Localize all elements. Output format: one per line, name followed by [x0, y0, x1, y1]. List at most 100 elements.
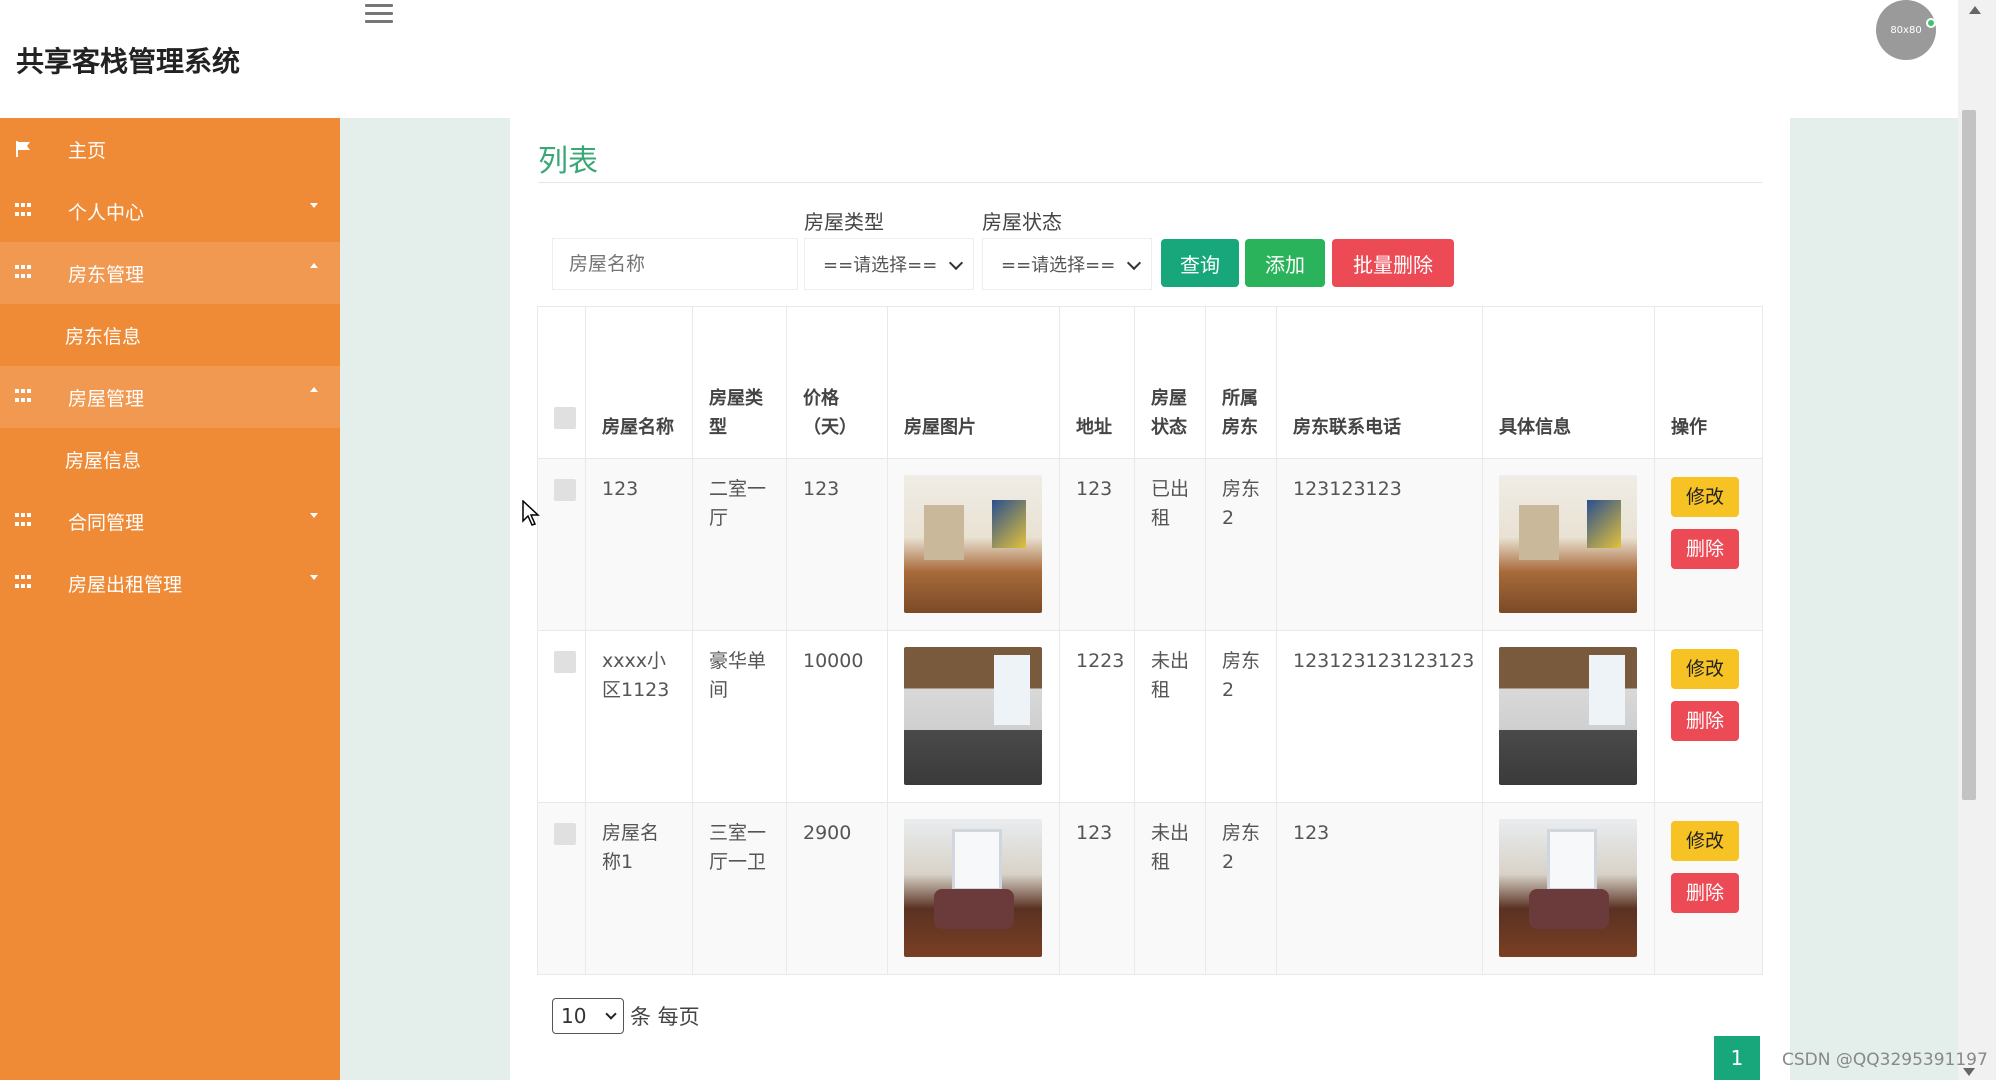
detail-image-cell	[1482, 458, 1655, 631]
price-cell: 123	[786, 458, 888, 631]
detail-image[interactable]	[1499, 819, 1637, 957]
grid-icon	[15, 513, 33, 529]
house-status-select-value: ==请选择==	[1001, 255, 1116, 276]
house-image-cell	[887, 802, 1060, 975]
sidebar-item-landlord-management[interactable]: 房东管理	[0, 242, 340, 304]
sidebar-item-house-management[interactable]: 房屋管理	[0, 366, 340, 428]
sidebar-subitem-landlord-info[interactable]: 房东信息	[0, 304, 340, 366]
address-cell: 123	[1059, 458, 1135, 631]
table-row: 123 二室一厅 123 123 已出租 房东2 123123123 修改 删除	[537, 458, 1763, 631]
column-header[interactable]: 地址	[1059, 306, 1135, 459]
sidebar-subitem-house-info[interactable]: 房屋信息	[0, 428, 340, 490]
query-button[interactable]: 查询	[1161, 239, 1239, 287]
operations-cell: 修改 删除	[1654, 458, 1763, 631]
house-name-cell: 房屋名称1	[585, 802, 693, 975]
house-status-select[interactable]: ==请选择==	[982, 238, 1152, 290]
column-header: 操作	[1654, 306, 1763, 459]
column-header[interactable]: 所属房东	[1205, 306, 1277, 459]
column-header[interactable]: 房东联系电话	[1276, 306, 1483, 459]
sidebar-item-personal-center[interactable]: 个人中心	[0, 180, 340, 242]
scrollbar-thumb[interactable]	[1962, 110, 1976, 800]
hamburger-menu-icon[interactable]	[365, 4, 393, 28]
chevron-up-icon	[310, 263, 318, 268]
sidebar-item-rental-management[interactable]: 房屋出租管理	[0, 552, 340, 614]
sidebar-item-label: 个人中心	[68, 201, 145, 224]
per-page-label: 条 每页	[630, 1005, 700, 1029]
watermark: CSDN @QQ3295391197	[1782, 1050, 1988, 1070]
top-header: 共享客栈管理系统 80x80	[0, 0, 1958, 118]
delete-button[interactable]: 删除	[1671, 873, 1739, 913]
title-divider	[538, 182, 1762, 183]
sidebar-item-label: 房东管理	[68, 263, 145, 286]
address-cell: 123	[1059, 802, 1135, 975]
chevron-down-icon	[1126, 255, 1142, 271]
sidebar-item-home[interactable]: 主页	[0, 118, 340, 180]
page-size-select[interactable]: 10	[552, 998, 624, 1034]
table-header-row: 房屋名称 房屋类型 价格（天） 房屋图片 地址 房屋状态 所属房东 房东联系电话…	[537, 306, 1763, 459]
batch-delete-button[interactable]: 批量删除	[1332, 239, 1454, 287]
detail-image-cell	[1482, 802, 1655, 975]
chevron-down-icon	[948, 255, 964, 271]
detail-image[interactable]	[1499, 647, 1637, 785]
select-all-checkbox[interactable]	[554, 407, 576, 429]
edit-button[interactable]: 修改	[1671, 649, 1739, 689]
chevron-up-icon	[310, 387, 318, 392]
house-type-cell: 二室一厅	[692, 458, 787, 631]
operations-cell: 修改 删除	[1654, 630, 1763, 803]
list-card: 列表 房屋类型 房屋状态 ==请选择== ==请选择== 查询 添加 批量删除 …	[510, 118, 1790, 1080]
column-header[interactable]: 房屋类型	[692, 306, 787, 459]
add-button[interactable]: 添加	[1245, 239, 1325, 287]
operations-cell: 修改 删除	[1654, 802, 1763, 975]
avatar[interactable]: 80x80	[1876, 0, 1936, 60]
house-name-search-input[interactable]	[552, 238, 798, 290]
house-status-label: 房屋状态	[982, 210, 1062, 234]
house-image-cell	[887, 630, 1060, 803]
price-cell: 2900	[786, 802, 888, 975]
status-cell: 未出租	[1134, 630, 1206, 803]
house-type-label: 房屋类型	[804, 210, 884, 234]
detail-image[interactable]	[1499, 475, 1637, 613]
page-number-button[interactable]: 1	[1714, 1036, 1760, 1080]
delete-button[interactable]: 删除	[1671, 701, 1739, 741]
table-row: 房屋名称1 三室一厅一卫 2900 123 未出租 房东2 123 修改 删除	[537, 802, 1763, 975]
mouse-cursor-icon	[522, 500, 540, 526]
house-image[interactable]	[904, 475, 1042, 613]
online-status-icon	[1926, 18, 1936, 28]
chevron-down-icon	[310, 203, 318, 208]
house-image[interactable]	[904, 647, 1042, 785]
edit-button[interactable]: 修改	[1671, 821, 1739, 861]
row-checkbox-cell	[537, 802, 586, 975]
sidebar-item-label: 合同管理	[68, 511, 145, 534]
chevron-down-icon	[310, 575, 318, 580]
sidebar-item-contract-management[interactable]: 合同管理	[0, 490, 340, 552]
sidebar-item-label: 主页	[68, 139, 107, 162]
sidebar-item-label: 房屋出租管理	[68, 573, 183, 596]
house-type-select-value: ==请选择==	[823, 255, 938, 276]
column-header[interactable]: 房屋状态	[1134, 306, 1206, 459]
address-cell: 1223	[1059, 630, 1135, 803]
house-name-cell: 123	[585, 458, 693, 631]
sidebar-item-label: 房屋信息	[65, 449, 142, 472]
scroll-up-arrow-icon[interactable]	[1969, 6, 1981, 14]
landlord-cell: 房东2	[1205, 802, 1277, 975]
row-checkbox[interactable]	[554, 479, 576, 501]
house-image[interactable]	[904, 819, 1042, 957]
status-cell: 未出租	[1134, 802, 1206, 975]
column-header[interactable]: 价格（天）	[786, 306, 888, 459]
grid-icon	[15, 575, 33, 591]
column-header[interactable]: 房屋名称	[585, 306, 693, 459]
status-cell: 已出租	[1134, 458, 1206, 631]
row-checkbox[interactable]	[554, 651, 576, 673]
select-all-cell	[537, 306, 586, 459]
phone-cell: 123123123123123	[1276, 630, 1483, 803]
house-type-cell: 三室一厅一卫	[692, 802, 787, 975]
detail-image-cell	[1482, 630, 1655, 803]
landlord-cell: 房东2	[1205, 630, 1277, 803]
row-checkbox[interactable]	[554, 823, 576, 845]
house-type-select[interactable]: ==请选择==	[804, 238, 974, 290]
phone-cell: 123	[1276, 802, 1483, 975]
chevron-down-icon	[605, 1008, 617, 1020]
delete-button[interactable]: 删除	[1671, 529, 1739, 569]
house-name-cell: xxxx小区1123	[585, 630, 693, 803]
edit-button[interactable]: 修改	[1671, 477, 1739, 517]
